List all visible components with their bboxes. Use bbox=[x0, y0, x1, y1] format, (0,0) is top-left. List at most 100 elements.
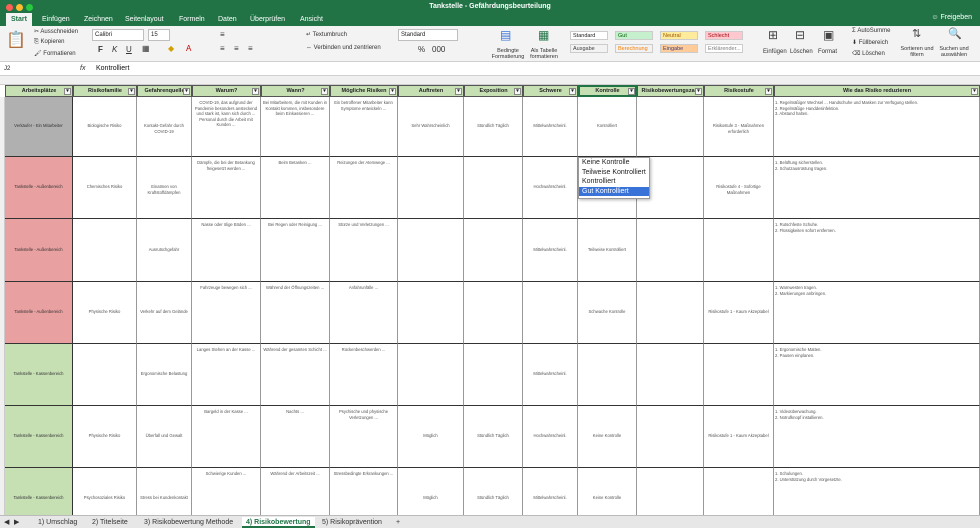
sheet-tab-3[interactable]: 3) Risikobewertung Methode bbox=[140, 517, 237, 528]
table-cell-why[interactable]: Langes Stehen an der Kasse ... bbox=[192, 344, 261, 406]
filter-dropdown-icon[interactable]: ▾ bbox=[64, 88, 71, 95]
table-cell-occ[interactable] bbox=[398, 344, 464, 406]
cell-style-1[interactable]: Gut bbox=[615, 31, 653, 40]
table-cell-occ[interactable] bbox=[398, 282, 464, 344]
table-cell-place[interactable]: Tankstelle - Außenbereich bbox=[5, 157, 73, 219]
table-cell-exp[interactable]: Stündlich Täglich bbox=[464, 97, 523, 157]
find-select-icon[interactable]: 🔍 bbox=[948, 27, 962, 40]
insert-cells-icon[interactable]: ⊞ bbox=[768, 28, 778, 42]
conditional-format-icon[interactable]: ▤ bbox=[500, 28, 511, 42]
table-cell-score[interactable] bbox=[637, 219, 704, 282]
ribbon-tab-überprüfen[interactable]: Überprüfen bbox=[248, 13, 287, 26]
table-cell-when[interactable]: Beim Betanken ... bbox=[261, 157, 330, 219]
table-cell-exp[interactable] bbox=[464, 282, 523, 344]
table-cell-exp[interactable] bbox=[464, 219, 523, 282]
table-cell-score[interactable] bbox=[637, 97, 704, 157]
table-cell-sev[interactable]: Mittelwahrscheinl. bbox=[523, 468, 578, 515]
table-cell-source[interactable]: Stress bei Kundenkontakt bbox=[137, 468, 192, 515]
align-center-icon[interactable]: ≡ bbox=[234, 44, 239, 53]
cell-style-0[interactable]: Standard bbox=[570, 31, 608, 40]
cell-style-3[interactable]: Schlecht bbox=[705, 31, 743, 40]
table-cell-occ[interactable] bbox=[398, 219, 464, 282]
filter-dropdown-icon[interactable]: ▾ bbox=[183, 88, 190, 95]
cell-style-2[interactable]: Neutral bbox=[660, 31, 698, 40]
table-cell-ctrl[interactable]: Keine Kontrolle bbox=[578, 468, 637, 515]
table-cell-why[interactable]: Dämpfe, die bei der Betankung freigesetz… bbox=[192, 157, 261, 219]
table-cell-place[interactable]: Tankstelle - Kassenbereich bbox=[5, 344, 73, 406]
table-cell-place[interactable]: Tankstelle - Kassenbereich bbox=[5, 468, 73, 515]
dropdown-option-0[interactable]: Keine Kontrolle bbox=[579, 158, 649, 168]
table-cell-source[interactable]: Kontakt-Gefahr durch COVID-19 bbox=[137, 97, 192, 157]
font-color-icon[interactable]: A bbox=[186, 44, 191, 53]
table-cell-score[interactable] bbox=[637, 282, 704, 344]
ribbon-tab-daten[interactable]: Daten bbox=[216, 13, 239, 26]
format-as-table-icon[interactable]: ▦ bbox=[538, 28, 549, 42]
table-cell-why[interactable]: Nasse oder ölige Böden ... bbox=[192, 219, 261, 282]
delete-cells-icon[interactable]: ⊟ bbox=[795, 28, 805, 42]
paste-icon[interactable]: 📋 bbox=[6, 30, 26, 50]
table-cell-family[interactable]: Biologische Risiko bbox=[73, 97, 137, 157]
table-cell-ctrl[interactable]: Teilweise Kontrolliert bbox=[578, 219, 637, 282]
table-cell-risk[interactable]: Stressbedingte Erkrankungen ... bbox=[330, 468, 398, 515]
cell-style-7[interactable]: Erklärender... bbox=[705, 44, 743, 53]
sheet-tab-1[interactable]: 1) Umschlag bbox=[34, 517, 81, 528]
table-cell-source[interactable]: Ausrutschgefahr bbox=[137, 219, 192, 282]
ribbon-tab-start[interactable]: Start bbox=[6, 13, 32, 26]
table-cell-level[interactable]: Risikostufe 3 - Maßnahmen erforderlich bbox=[704, 97, 774, 157]
autosum-button[interactable]: Σ AutoSumme bbox=[852, 28, 890, 34]
table-cell-reduce[interactable]: 1. Schulungen. 2. Unterstützung durch Vo… bbox=[774, 468, 980, 515]
formula-input[interactable]: Kontrolliert bbox=[96, 65, 129, 72]
format-painter-button[interactable]: 🖌 Formatieren bbox=[34, 50, 76, 57]
table-cell-family[interactable] bbox=[73, 344, 137, 406]
filter-dropdown-icon[interactable]: ▾ bbox=[765, 88, 772, 95]
table-cell-score[interactable] bbox=[637, 406, 704, 468]
filter-dropdown-icon[interactable]: ▾ bbox=[321, 88, 328, 95]
table-cell-exp[interactable]: Stündlich Täglich bbox=[464, 468, 523, 515]
table-cell-source[interactable]: Einatmen von Kraftstoffdämpfen bbox=[137, 157, 192, 219]
find-select-label[interactable]: Suchen und auswählen bbox=[936, 46, 972, 58]
align-top-icon[interactable]: ≡ bbox=[220, 30, 225, 39]
table-cell-reduce[interactable]: 1. Warnwesten tragen. 2. Markierungen an… bbox=[774, 282, 980, 344]
table-cell-level[interactable]: Risikostufe 1 - Kaum Akzeptabel bbox=[704, 406, 774, 468]
table-cell-risk[interactable]: Anfahrunfälle ... bbox=[330, 282, 398, 344]
filter-dropdown-icon[interactable]: ▾ bbox=[695, 88, 702, 95]
table-cell-place[interactable]: Tankstelle - Kassenbereich bbox=[5, 406, 73, 468]
table-cell-occ[interactable]: Möglich bbox=[398, 468, 464, 515]
filter-dropdown-icon[interactable]: ▾ bbox=[389, 88, 396, 95]
conditional-format-label[interactable]: Bedingte Formatierung bbox=[488, 48, 528, 60]
table-cell-sev[interactable]: Hochwahrscheinl. bbox=[523, 406, 578, 468]
filter-dropdown-icon[interactable]: ▾ bbox=[569, 88, 576, 95]
cell-style-5[interactable]: Berechnung bbox=[615, 44, 653, 53]
table-cell-place[interactable]: Tankstelle - Außenbereich bbox=[5, 219, 73, 282]
table-cell-family[interactable] bbox=[73, 219, 137, 282]
table-cell-reduce[interactable]: 1. Ergonomische Matten. 2. Pausen einpla… bbox=[774, 344, 980, 406]
table-cell-level[interactable] bbox=[704, 344, 774, 406]
insert-label[interactable]: Einfügen bbox=[763, 49, 787, 55]
dropdown-option-1[interactable]: Teilweise Kontrolliert bbox=[579, 168, 649, 178]
table-cell-reduce[interactable]: 1. Belüftung sicherstellen. 2. Schutzaus… bbox=[774, 157, 980, 219]
percent-icon[interactable]: % bbox=[418, 45, 425, 54]
align-right-icon[interactable]: ≡ bbox=[248, 44, 253, 53]
filter-dropdown-icon[interactable]: ▾ bbox=[252, 88, 259, 95]
table-cell-source[interactable]: Verkehr auf dem Gelände bbox=[137, 282, 192, 344]
table-cell-level[interactable] bbox=[704, 468, 774, 515]
ribbon-tab-formeln[interactable]: Formeln bbox=[177, 13, 207, 26]
table-cell-level[interactable]: Risikostufe 1 - Kaum Akzeptabel bbox=[704, 282, 774, 344]
table-cell-sev[interactable]: Hochwahrscheinl. bbox=[523, 157, 578, 219]
table-cell-exp[interactable]: Stündlich Täglich bbox=[464, 406, 523, 468]
table-cell-source[interactable]: Überfall und Gewalt bbox=[137, 406, 192, 468]
copy-button[interactable]: ⎘ Kopieren bbox=[34, 39, 65, 46]
table-cell-occ[interactable] bbox=[398, 157, 464, 219]
name-box[interactable]: J2 bbox=[2, 64, 58, 74]
table-cell-source[interactable]: Ergonomische Belastung bbox=[137, 344, 192, 406]
table-cell-sev[interactable]: Mittelwahrscheinl. bbox=[523, 344, 578, 406]
table-cell-exp[interactable] bbox=[464, 157, 523, 219]
table-cell-occ[interactable]: Möglich bbox=[398, 406, 464, 468]
comma-icon[interactable]: 000 bbox=[432, 45, 445, 54]
table-cell-risk[interactable]: Ein betroffener Mitarbeiter kann Symptom… bbox=[330, 97, 398, 157]
table-cell-family[interactable]: Psychosoziales Risiko bbox=[73, 468, 137, 515]
filter-dropdown-icon[interactable]: ▾ bbox=[455, 88, 462, 95]
number-format-select[interactable]: Standard bbox=[398, 29, 458, 41]
validation-dropdown[interactable]: Keine Kontrolle Teilweise Kontrolliert Kon… bbox=[578, 157, 650, 199]
prev-sheet-icon[interactable]: ◀ bbox=[4, 518, 9, 526]
